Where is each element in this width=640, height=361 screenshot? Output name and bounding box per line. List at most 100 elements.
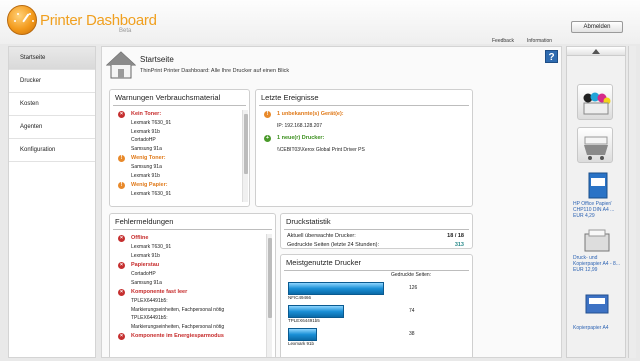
logout-button[interactable]: Abmelden <box>571 21 623 33</box>
help-button[interactable]: ? <box>545 50 558 63</box>
top-printers-title: Meistgenutzte Drucker <box>284 255 469 271</box>
warning-group-label: Kein Toner: <box>131 111 162 117</box>
add-icon: + <box>264 134 271 142</box>
error-icon: × <box>118 261 125 269</box>
ads-sidebar: HP Office Papier/ CHP110 DIN A4 ... EUR … <box>566 46 626 358</box>
list-item: Markierungseinheiten, Fachpersonal nötig <box>131 323 225 330</box>
warning-group-no-toner: × Kein Toner: <box>110 109 249 119</box>
top-printers-panel: Meistgenutzte Drucker Gedruckte Seiten: … <box>280 254 473 357</box>
list-item: Lexmark T630_91 <box>131 244 172 250</box>
list-item: Samsung 91a <box>131 145 162 152</box>
list-item: Lexmark T630_91 <box>131 120 172 126</box>
list-item: CortadoHP <box>131 137 156 143</box>
error-icon: × <box>118 288 125 296</box>
header: Printer Dashboard Beta Abmelden Feedback… <box>0 0 640 44</box>
top-printers-value-header: Gedruckte Seiten: <box>391 272 432 278</box>
list-item: Lexmark 91b <box>131 128 160 135</box>
warnings-panel: Warnungen Verbrauchsmaterial × Kein Tone… <box>109 89 250 207</box>
dashboard-gauge-icon <box>7 5 37 35</box>
bar-value: 126 <box>409 285 418 291</box>
list-item: Markierungseinheiten, Fachpersonal nötig <box>131 306 225 313</box>
sidebar-item-agenten[interactable]: Agenten <box>9 116 95 139</box>
warnings-scrollbar[interactable] <box>242 110 248 202</box>
warning-icon: ! <box>118 181 125 189</box>
ad-text: HP Office Papier/ CHP110 DIN A4 ... EUR … <box>573 201 625 219</box>
list-item: Lexmark 91b <box>131 252 160 259</box>
ad-price: EUR 4,29 <box>573 213 595 219</box>
error-group-component-low: × Komponente fast leer <box>110 287 275 297</box>
warning-icon: ! <box>264 110 271 118</box>
error-group-offline: × Offline <box>110 233 275 243</box>
ad-shopping-cart[interactable] <box>577 127 613 163</box>
stats-pages-row: Gedruckte Seiten (letzte 24 Stunden): 31… <box>281 241 472 248</box>
errors-title: Fehlermeldungen <box>113 214 272 230</box>
page-scrollbar[interactable] <box>628 46 636 358</box>
feedback-link[interactable]: Feedback <box>492 38 514 44</box>
sidebar-item-startseite[interactable]: Startseite <box>9 47 95 70</box>
bar-2 <box>288 328 317 341</box>
event-new-printer: + 1 neue(r) Drucker: <box>256 133 472 143</box>
bar-value: 38 <box>409 331 415 337</box>
error-icon: × <box>118 110 125 118</box>
sidebar-item-kosten[interactable]: Kosten <box>9 93 95 116</box>
event-detail: \\CEBIT03\Xerox Global Print Driver PS <box>277 147 365 153</box>
bar-row: TPLEX64491b5 74 <box>281 302 472 325</box>
bar-label: TPLEX64491b5 <box>288 318 320 323</box>
warning-group-low-toner: ! Wenig Toner: <box>110 153 249 163</box>
list-item: Lexmark 91b <box>131 172 160 179</box>
stats-pages-label: Gedruckte Seiten (letzte 24 Stunden): <box>287 242 380 248</box>
stats-monitored-row: Aktuell überwachte Drucker: 18 / 18 <box>281 232 472 241</box>
paper-stack-icon[interactable] <box>583 292 611 316</box>
home-icon <box>106 51 136 79</box>
errors-panel: Fehlermeldungen × Offline Lexmark T630_9… <box>109 213 276 357</box>
error-group-label: Komponente im Energiesparmodus <box>131 333 224 339</box>
ad-text: Druck- und Kopierpapier A4 - 8... EUR 12… <box>573 255 625 273</box>
ad-ink-cartridges[interactable] <box>577 84 613 120</box>
list-item: CortadoHP <box>131 271 156 277</box>
printer-product-icon[interactable] <box>583 229 611 255</box>
warning-group-label: Wenig Papier: <box>131 182 168 188</box>
list-item: TPLEX64491b5: <box>131 298 168 304</box>
stats-panel: Druckstatistik Aktuell überwachte Drucke… <box>280 213 473 249</box>
list-item: Samsung 91a <box>131 164 162 170</box>
bar-0 <box>288 282 384 295</box>
main-content: Startseite ThinPrint Printer Dashboard: … <box>101 46 562 358</box>
sidebar-item-drucker[interactable]: Drucker <box>9 70 95 93</box>
list-item: Samsung 91a <box>131 279 162 286</box>
bar-row: Lexmark 91b 38 <box>281 325 472 348</box>
sidebar-item-konfiguration[interactable]: Konfiguration <box>9 139 95 162</box>
event-label: 1 unbekannte(s) Gerät(e): <box>277 111 344 117</box>
error-icon: × <box>118 234 125 242</box>
ad-text: Kopierpapier A4 <box>573 325 625 331</box>
information-link[interactable]: Information <box>527 38 552 44</box>
errors-scrollbar[interactable] <box>266 234 272 357</box>
ad-product-link[interactable]: Kopierpapier A4 <box>573 325 625 331</box>
ad-price: EUR 12,99 <box>573 267 598 273</box>
warning-group-low-paper: ! Wenig Papier: <box>110 180 249 190</box>
top-printers-bars: NFIC49466 126 TPLEX64491b5 74 Lexmark 91b 38 <box>281 279 472 348</box>
event-detail: IP: 192.168.128.207 <box>277 123 323 129</box>
list-item: Lexmark T630_91 <box>131 191 172 197</box>
ad-product-link[interactable]: HP Office Papier/ CHP110 DIN A4 ... <box>573 201 625 213</box>
warnings-title: Warnungen Verbrauchsmaterial <box>113 90 246 106</box>
error-group-label: Offline <box>131 235 149 241</box>
events-panel: Letzte Ereignisse ! 1 unbekannte(s) Gerä… <box>255 89 473 207</box>
page-title: Startseite <box>140 55 174 64</box>
ad-product-link[interactable]: Druck- und Kopierpapier A4 - 8... <box>573 255 625 267</box>
bar-label: NFIC49466 <box>288 295 312 300</box>
stats-monitored-label: Aktuell überwachte Drucker: <box>287 233 356 239</box>
paper-box-icon[interactable] <box>587 170 609 200</box>
list-item: TPLEX64491b5: <box>131 315 168 321</box>
error-group-label: Papierstau <box>131 262 160 268</box>
bar-1 <box>288 305 344 318</box>
bar-label: Lexmark 91b <box>288 341 315 346</box>
scroll-up-button[interactable] <box>567 47 625 56</box>
error-icon: × <box>118 332 125 340</box>
arrow-up-icon <box>592 49 600 54</box>
warning-group-label: Wenig Toner: <box>131 155 166 161</box>
event-label: 1 neue(r) Drucker: <box>277 135 325 141</box>
events-title: Letzte Ereignisse <box>259 90 469 106</box>
stats-monitored-value: 18 / 18 <box>447 233 464 239</box>
app-title: Printer Dashboard <box>40 12 157 29</box>
stats-title: Druckstatistik <box>284 214 469 230</box>
